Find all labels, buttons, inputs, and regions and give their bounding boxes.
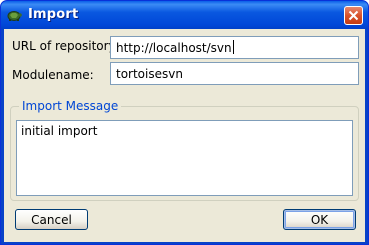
url-label: URL of repository: [12, 39, 119, 53]
url-input-value: http://localhost/svn [116, 41, 232, 55]
ok-button[interactable]: OK [283, 209, 356, 230]
tortoisesvn-icon [6, 7, 22, 23]
import-dialog: Import URL of repository: http://localho… [0, 0, 369, 245]
module-input-value: tortoisesvn [116, 67, 183, 81]
import-message-text: initial import [21, 124, 98, 138]
import-message-group: Import Message initial import [10, 99, 359, 201]
close-icon [348, 10, 359, 21]
text-caret [232, 40, 234, 54]
import-message-textarea[interactable]: initial import [16, 120, 353, 196]
close-button[interactable] [344, 6, 363, 25]
import-message-legend: Import Message [19, 99, 122, 113]
url-input[interactable]: http://localhost/svn [110, 36, 359, 59]
window-title: Import [28, 7, 79, 22]
module-input[interactable]: tortoisesvn [110, 62, 359, 85]
title-bar[interactable]: Import [1, 1, 368, 29]
cancel-button[interactable]: Cancel [15, 209, 88, 230]
module-label: Modulename: [12, 68, 94, 82]
dialog-body: URL of repository: http://localhost/svn … [4, 29, 365, 242]
